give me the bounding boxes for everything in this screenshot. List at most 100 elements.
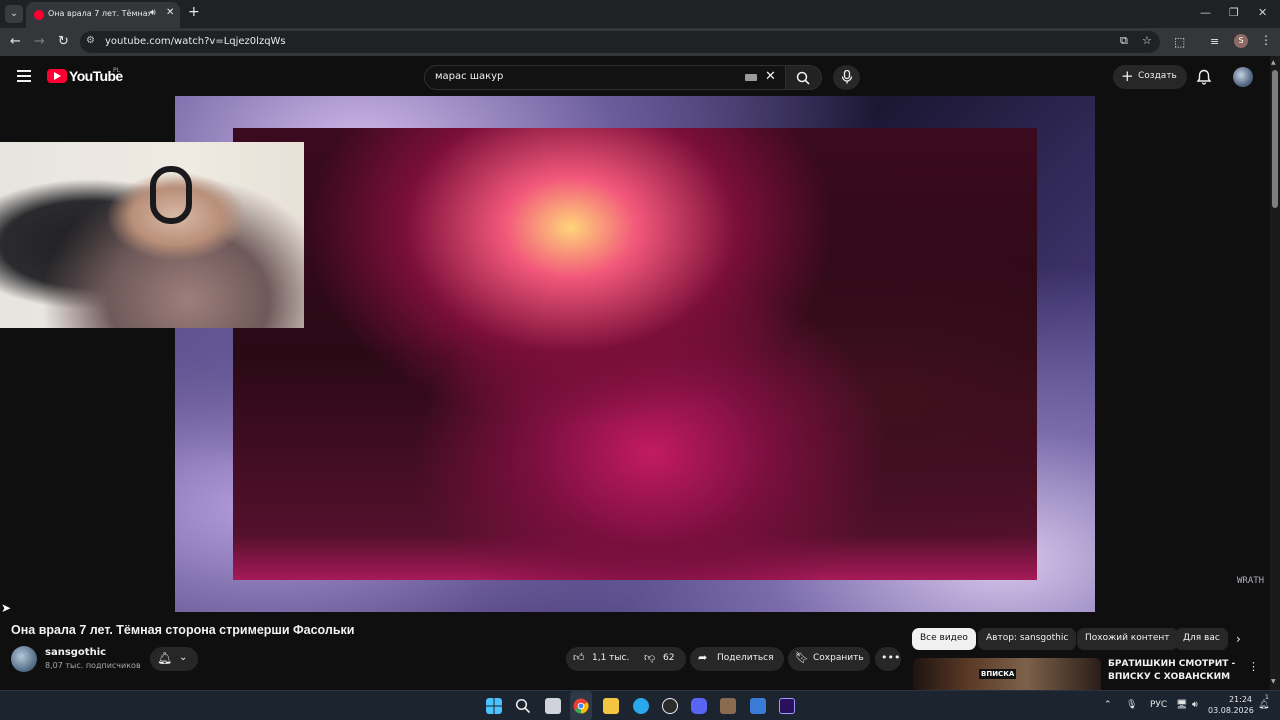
video-frame: [233, 128, 1037, 580]
new-tab-button[interactable]: +: [188, 4, 200, 20]
obs-icon[interactable]: [662, 698, 678, 714]
channel-name[interactable]: sansgothic: [45, 647, 106, 658]
youtube-logo-icon[interactable]: [47, 69, 67, 83]
voice-search-button[interactable]: [833, 65, 860, 90]
notification-badge: 1: [1265, 694, 1269, 701]
recommendation-title[interactable]: БРАТИШКИН СМОТРИТ - ВПИСКУ С ХОВАНСКИМ: [1108, 658, 1238, 684]
video-title: Она врала 7 лет. Тёмная сторона стримерш…: [11, 623, 355, 637]
dislike-icon[interactable]: 👎︎: [644, 651, 655, 664]
reload-icon[interactable]: ↻: [58, 34, 69, 49]
clear-search-icon[interactable]: ✕: [765, 69, 776, 84]
notification-center-icon[interactable]: 🔔︎: [1258, 700, 1269, 710]
share-icon: ➦: [698, 651, 708, 664]
close-tab-icon[interactable]: ✕: [166, 7, 174, 18]
subscription-bell-button[interactable]: 🔔︎ ⌄: [150, 647, 198, 671]
tab-title: Она врала 7 лет. Тёмная сторона стримерш…: [48, 9, 150, 18]
save-button[interactable]: 🔖︎ Сохранить: [788, 647, 870, 671]
site-info-icon[interactable]: ⚙: [86, 35, 95, 46]
recommendation-thumbnail[interactable]: ВПИСКА: [913, 658, 1101, 690]
webcam-overlay: [0, 142, 304, 328]
system-clock[interactable]: 21:24 03.08.2026: [1208, 694, 1254, 716]
tray-chevron-up-icon[interactable]: ⌃: [1104, 700, 1112, 710]
channel-avatar[interactable]: [11, 646, 37, 672]
guide-menu-icon[interactable]: [17, 70, 31, 82]
thumbnail-text: ВПИСКА: [979, 669, 1017, 679]
minimize-icon[interactable]: —: [1200, 6, 1211, 19]
dislike-count[interactable]: 62: [663, 653, 674, 663]
bookmark-icon: 🔖︎: [795, 651, 809, 664]
keyboard-icon[interactable]: [745, 74, 757, 81]
address-bar[interactable]: ⚙ youtube.com/watch?v=Lqjez0lzqWs ⧉ ☆: [80, 31, 1160, 53]
media-controls-icon[interactable]: ≡: [1210, 35, 1219, 48]
like-count[interactable]: 1,1 тыс.: [592, 653, 629, 663]
browser-toolbar: ← → ↻ ⚙ youtube.com/watch?v=Lqjez0lzqWs …: [0, 28, 1280, 56]
extensions-icon[interactable]: ⬚: [1174, 35, 1185, 49]
recommendation-menu-icon[interactable]: ⋮: [1248, 660, 1259, 673]
search-input[interactable]: марас шакур ✕: [424, 65, 786, 90]
chrome-icon[interactable]: [573, 698, 589, 714]
restore-icon[interactable]: ❐: [1229, 6, 1239, 19]
network-icon[interactable]: 🖥︎: [1176, 700, 1187, 710]
chip-similar[interactable]: Похожий контент: [1077, 628, 1178, 650]
browser-tab[interactable]: Она врала 7 лет. Тёмная сторона стримерш…: [26, 2, 180, 28]
search-query[interactable]: марас шакур: [435, 71, 503, 82]
clock-time: 21:24: [1228, 695, 1252, 704]
tab-search-button[interactable]: ⌄: [5, 5, 23, 23]
clock-date: 03.08.2026: [1208, 706, 1254, 715]
scroll-down-icon[interactable]: ▼: [1271, 678, 1276, 685]
video-watermark: WRATH: [1237, 576, 1265, 586]
mouse-cursor-icon: ➤: [1, 601, 12, 615]
youtube-header: YouTube PL марас шакур ✕ + Создать: [0, 56, 1270, 96]
scrollbar-thumb[interactable]: [1272, 70, 1278, 208]
search-icon[interactable]: [515, 698, 531, 714]
speaker-icon[interactable]: 🔊︎: [150, 8, 156, 18]
save-label: Сохранить: [813, 653, 864, 663]
telegram-icon[interactable]: [633, 698, 649, 714]
youtube-favicon-icon: [34, 10, 44, 20]
share-button[interactable]: ➦ Поделиться: [690, 647, 784, 671]
file-explorer-icon[interactable]: [603, 698, 619, 714]
windows-taskbar: ⌃ 🎙︎ РУС 🖥︎ 🔊︎ 21:24 03.08.2026 🔔︎ 1: [0, 690, 1280, 720]
vpn-shield-icon[interactable]: [750, 698, 766, 714]
bell-icon: 🔔︎: [157, 651, 173, 665]
forward-icon[interactable]: →: [34, 34, 45, 49]
premiere-pro-icon[interactable]: [779, 698, 795, 714]
chevron-right-icon[interactable]: ›: [1236, 632, 1241, 646]
video-player[interactable]: [175, 96, 1095, 612]
create-button[interactable]: + Создать: [1113, 65, 1187, 89]
headset-shape: [150, 166, 192, 224]
search-button[interactable]: [786, 65, 822, 90]
back-icon[interactable]: ←: [10, 34, 21, 49]
cast-icon[interactable]: ⧉: [1120, 34, 1128, 48]
notifications-bell-icon[interactable]: [1196, 69, 1212, 85]
profile-avatar[interactable]: S: [1234, 34, 1248, 48]
region-code: PL: [113, 67, 120, 74]
account-avatar[interactable]: [1233, 67, 1253, 87]
close-window-icon[interactable]: ✕: [1258, 6, 1267, 19]
create-label: Создать: [1138, 71, 1177, 81]
volume-icon[interactable]: 🔊︎: [1192, 700, 1198, 710]
page-scrollbar[interactable]: ▲ ▼: [1270, 56, 1280, 690]
browser-tab-strip: ⌄ Она врала 7 лет. Тёмная сторона стриме…: [0, 0, 1280, 28]
bookmark-star-icon[interactable]: ☆: [1142, 34, 1152, 47]
like-dislike-group: 👍︎ 1,1 тыс. 👎︎ 62: [566, 647, 686, 671]
discord-icon[interactable]: [691, 698, 707, 714]
url-text[interactable]: youtube.com/watch?v=Lqjez0lzqWs: [105, 36, 286, 47]
microphone-icon: [841, 70, 853, 84]
windows-start-icon[interactable]: [486, 698, 502, 714]
tray-microphone-icon[interactable]: 🎙︎: [1126, 700, 1137, 710]
like-icon[interactable]: 👍︎: [573, 651, 585, 664]
more-actions-button[interactable]: •••: [875, 647, 901, 671]
chip-author[interactable]: Автор: sansgothic: [978, 628, 1077, 650]
task-view-icon[interactable]: [545, 698, 561, 714]
browser-menu-icon[interactable]: ⋮: [1260, 33, 1272, 47]
chevron-down-icon: ⌄: [179, 652, 188, 663]
chip-all-videos[interactable]: Все видео: [912, 628, 976, 650]
game-app-icon[interactable]: [720, 698, 736, 714]
input-language[interactable]: РУС: [1150, 700, 1167, 710]
search-icon: [796, 71, 810, 85]
share-label: Поделиться: [717, 653, 774, 663]
chip-for-you[interactable]: Для вас: [1175, 628, 1228, 650]
subscriber-count: 8,07 тыс. подписчиков: [45, 661, 141, 670]
scroll-up-icon[interactable]: ▲: [1271, 59, 1276, 66]
